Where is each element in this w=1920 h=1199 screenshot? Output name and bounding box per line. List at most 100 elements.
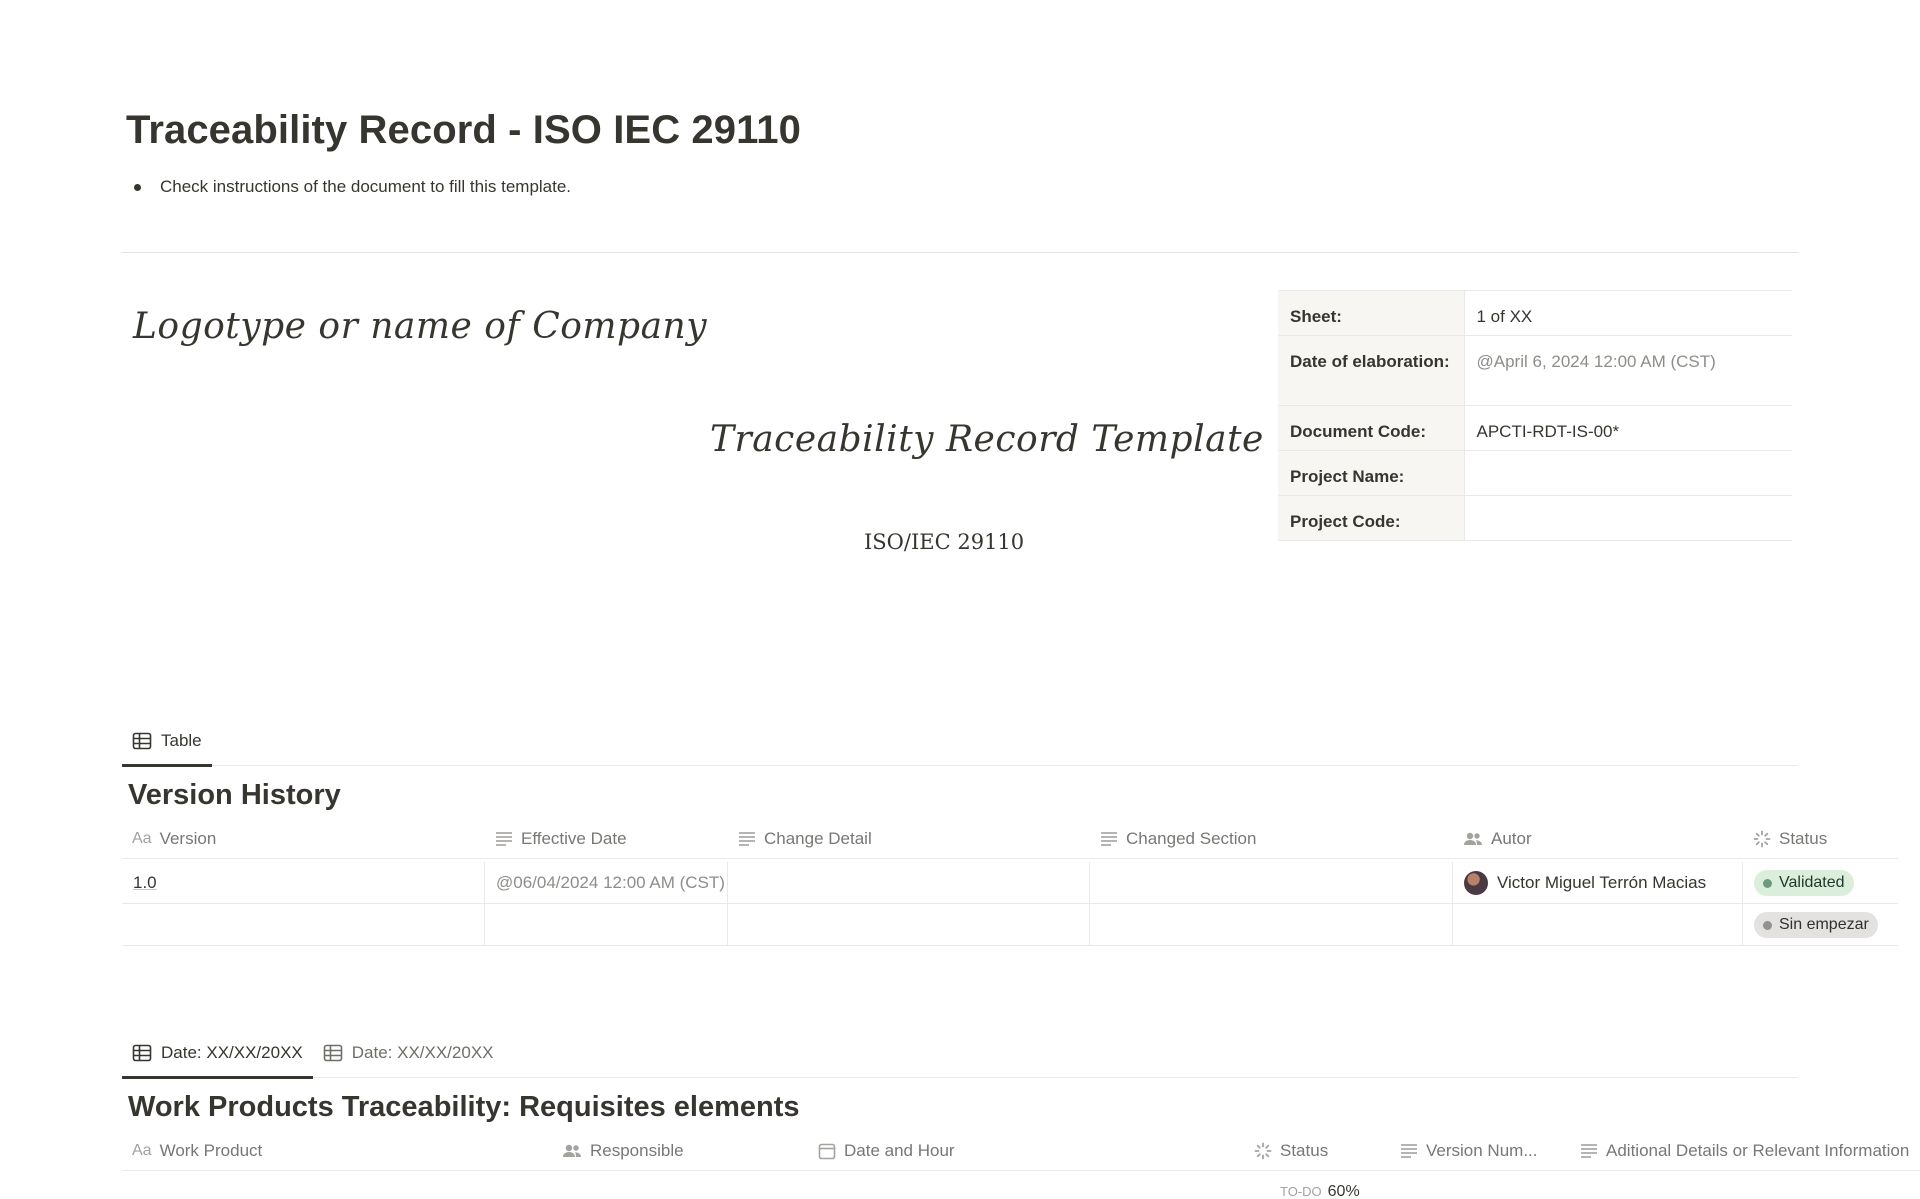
info-row-document-code: Document Code: APCTI-RDT-IS-00* [1278, 405, 1792, 451]
status-label: Validated [1779, 874, 1845, 891]
column-label: Status [1280, 1141, 1329, 1160]
cell-effective-date[interactable] [485, 904, 728, 946]
version-history-title: Version History [128, 779, 341, 811]
info-row-project-code: Project Code: [1278, 495, 1792, 541]
table-icon [132, 1044, 152, 1062]
text-property-icon [739, 832, 755, 846]
table-row[interactable]: Sin empezar [122, 904, 1898, 946]
info-row-sheet: Sheet: 1 of XX [1278, 290, 1792, 336]
instruction-bullet: Check instructions of the document to fi… [134, 177, 571, 197]
cell-change-detail[interactable] [728, 904, 1090, 946]
bullet-dot-icon [134, 183, 141, 191]
status-dot-icon [1763, 878, 1772, 888]
instruction-text: Check instructions of the document to fi… [160, 177, 572, 196]
text-property-icon [496, 832, 512, 846]
info-value[interactable]: @April 6, 2024 12:00 AM (CST) [1464, 335, 1792, 406]
info-key[interactable]: Project Code: [1278, 495, 1465, 541]
cell-version[interactable] [122, 904, 485, 946]
calendar-icon [818, 1143, 836, 1160]
cell-autor[interactable]: Victor Miguel Terrón Macias [1453, 862, 1743, 904]
column-header-autor[interactable]: Autor [1453, 819, 1743, 859]
info-value[interactable]: APCTI-RDT-IS-00* [1464, 405, 1792, 451]
cell-status[interactable]: Sin empezar [1743, 904, 1898, 946]
title-property-icon: Aa [132, 1142, 152, 1159]
column-label: Version [159, 829, 217, 848]
work-product-status-peek[interactable]: TO-DO 60% [1280, 1183, 1360, 1199]
column-header-status[interactable]: Status [1244, 1131, 1390, 1170]
column-label: Work Product [159, 1141, 263, 1160]
column-label: Status [1779, 829, 1828, 848]
person-property-icon [563, 1144, 581, 1157]
column-header-responsible[interactable]: Responsible [552, 1131, 808, 1170]
text-property-icon [1401, 1144, 1417, 1158]
tab-date-1[interactable]: Date: XX/XX/20XX [122, 1028, 313, 1079]
company-logo-placeholder: Logotype or name of Company [133, 306, 708, 347]
tab-label: Date: XX/XX/20XX [351, 1043, 494, 1062]
column-label: Aditional Details or Relevant Informatio… [1606, 1141, 1910, 1160]
info-value[interactable]: 1 of XX [1464, 290, 1792, 336]
info-row-date: Date of elaboration: @April 6, 2024 12:0… [1278, 335, 1792, 406]
cell-autor[interactable] [1453, 904, 1743, 946]
work-products-view-tabs: Date: XX/XX/20XX Date: XX/XX/20XX [122, 1028, 1798, 1079]
status-property-icon [1254, 1142, 1272, 1160]
info-key[interactable]: Project Name: [1278, 450, 1465, 496]
column-label: Date and Hour [844, 1141, 955, 1160]
info-value[interactable] [1464, 450, 1792, 496]
tab-label: Date: XX/XX/20XX [161, 1043, 303, 1062]
avatar [1464, 871, 1488, 895]
column-label: Responsible [590, 1141, 684, 1160]
title-property-icon: Aa [132, 830, 152, 847]
info-key[interactable]: Document Code: [1278, 405, 1465, 451]
tab-label: Table [161, 731, 202, 750]
table-icon [132, 732, 152, 750]
column-label: Version Num... [1426, 1141, 1538, 1160]
status-dot-icon [1763, 920, 1772, 930]
cell-changed-section[interactable] [1090, 862, 1453, 904]
column-label: Autor [1491, 829, 1532, 848]
column-header-date-and-hour[interactable]: Date and Hour [808, 1131, 1244, 1170]
document-info-table: Sheet: 1 of XX Date of elaboration: @Apr… [1278, 290, 1792, 541]
status-label: Sin empezar [1779, 916, 1869, 933]
table-icon [323, 1044, 343, 1062]
info-key[interactable]: Sheet: [1278, 290, 1465, 336]
column-header-version[interactable]: Aa Version [122, 819, 485, 859]
cell-changed-section[interactable] [1090, 904, 1453, 946]
status-badge: Validated [1754, 870, 1854, 896]
info-value[interactable] [1464, 495, 1792, 541]
template-title: Traceability Record Template [710, 419, 1264, 460]
cell-change-detail[interactable] [728, 862, 1090, 904]
autor-name: Victor Miguel Terrón Macias [1497, 873, 1707, 892]
status-badge: Sin empezar [1754, 912, 1878, 938]
info-row-project-name: Project Name: [1278, 450, 1792, 496]
text-property-icon [1581, 1144, 1597, 1158]
column-header-changed-section[interactable]: Changed Section [1090, 819, 1453, 859]
column-header-version-number[interactable]: Version Num... [1390, 1131, 1570, 1170]
column-header-work-product[interactable]: Aa Work Product [122, 1131, 552, 1170]
cell-effective-date[interactable]: @06/04/2024 12:00 AM (CST) [485, 862, 728, 904]
status-group-label: TO-DO [1280, 1184, 1322, 1199]
text-property-icon [1101, 832, 1117, 846]
cell-status[interactable]: Validated [1743, 862, 1898, 904]
status-property-icon [1753, 830, 1771, 848]
cell-version[interactable]: 1.0 [122, 862, 485, 904]
divider [122, 252, 1798, 253]
column-label: Changed Section [1126, 829, 1257, 848]
column-header-effective-date[interactable]: Effective Date [485, 819, 728, 859]
column-label: Change Detail [764, 829, 872, 848]
version-value[interactable]: 1.0 [133, 873, 157, 893]
column-header-additional-details[interactable]: Aditional Details or Relevant Informatio… [1570, 1131, 1920, 1170]
version-history-header: Aa Version Effective Date Change Detail … [122, 819, 1898, 859]
table-row[interactable]: 1.0 @06/04/2024 12:00 AM (CST) Victor Mi… [122, 862, 1898, 904]
status-percent: 60% [1327, 1183, 1360, 1199]
work-products-header: Aa Work Product Responsible Date and Hou… [122, 1131, 1920, 1171]
person-property-icon [1464, 832, 1482, 845]
work-products-title: Work Products Traceability: Requisites e… [128, 1091, 800, 1123]
page-title: Traceability Record - ISO IEC 29110 [126, 108, 801, 152]
column-header-change-detail[interactable]: Change Detail [728, 819, 1090, 859]
tab-table[interactable]: Table [122, 716, 212, 767]
info-key[interactable]: Date of elaboration: [1278, 335, 1465, 406]
column-header-status[interactable]: Status [1743, 819, 1898, 859]
tab-date-2[interactable]: Date: XX/XX/20XX [313, 1028, 504, 1078]
column-label: Effective Date [521, 829, 627, 848]
version-history-view-tabs: Table [122, 716, 1798, 767]
